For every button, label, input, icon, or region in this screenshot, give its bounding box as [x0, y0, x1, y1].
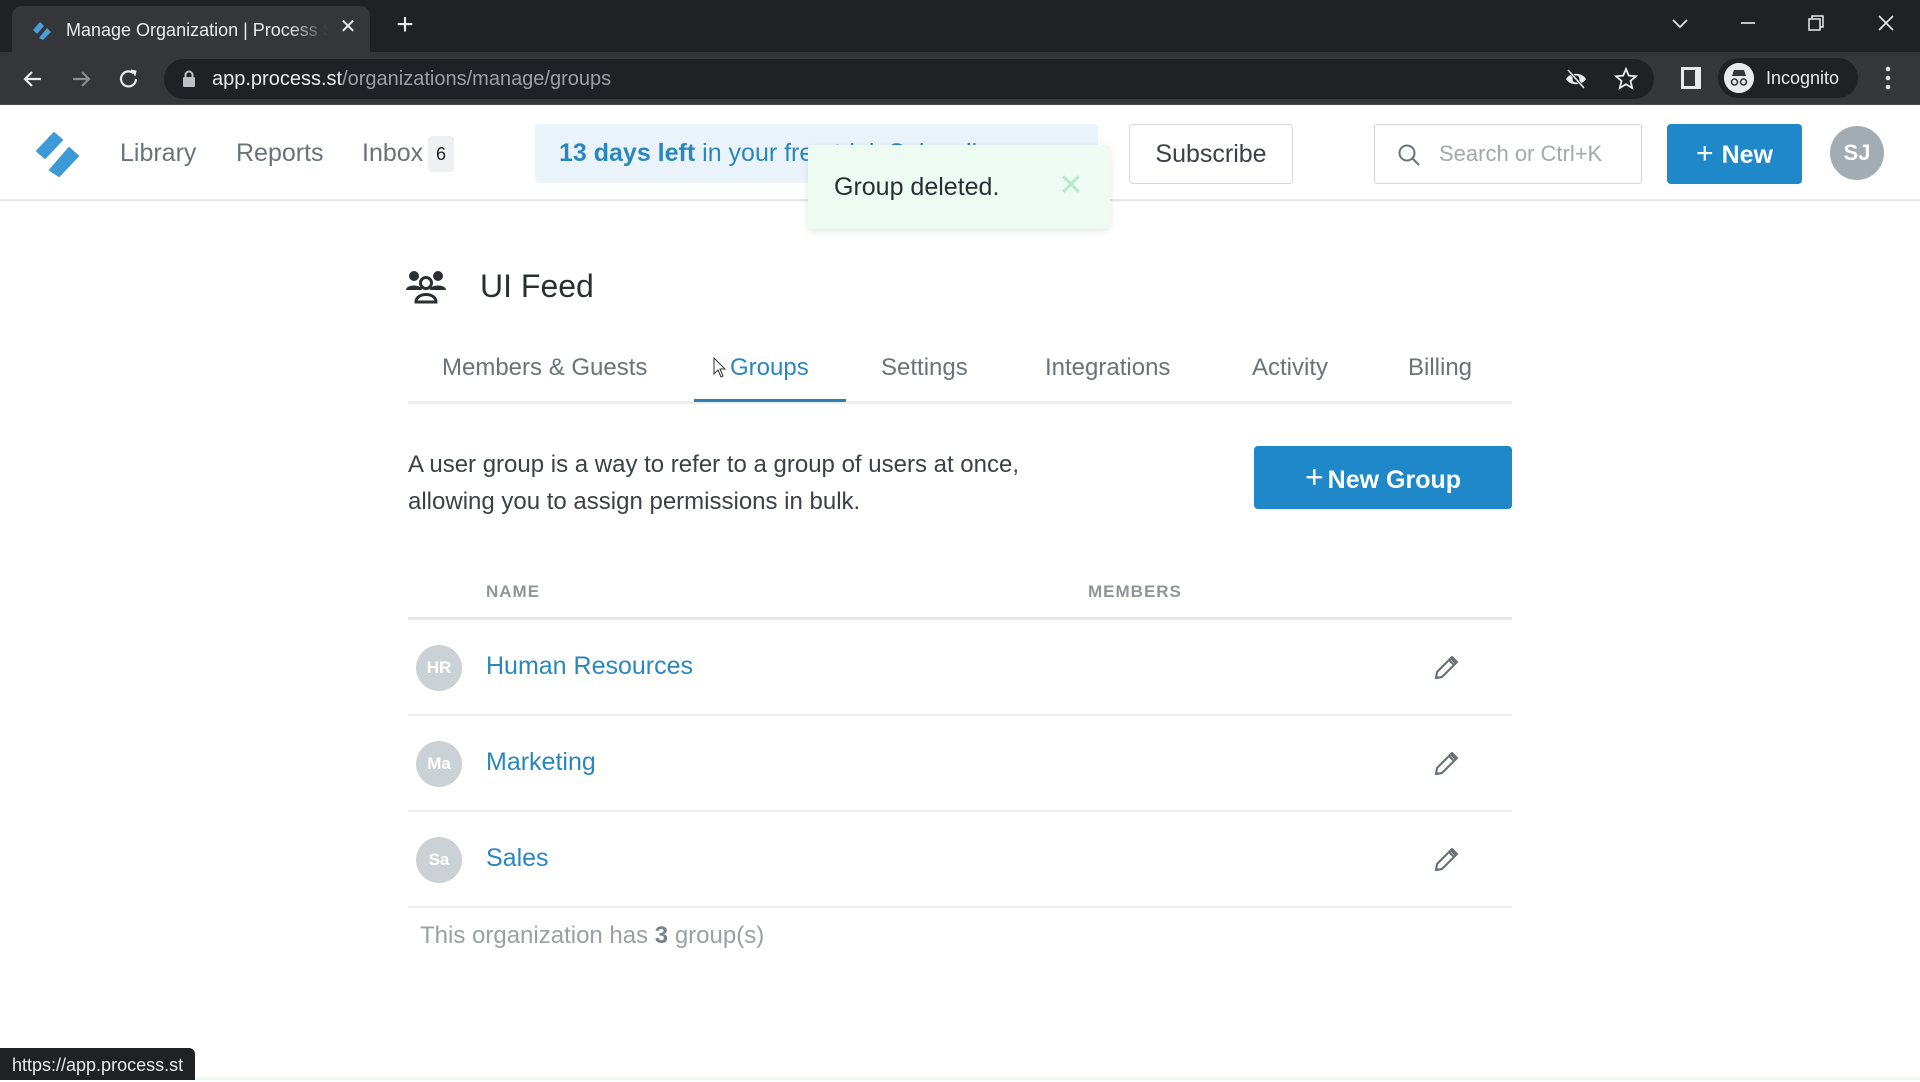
- edit-pencil-icon[interactable]: [1432, 846, 1460, 874]
- browser-toolbar: app.process.st/organizations/manage/grou…: [0, 52, 1920, 105]
- side-panel-icon[interactable]: [1680, 66, 1702, 90]
- group-avatar: Ma: [416, 741, 462, 787]
- group-name-link[interactable]: Marketing: [486, 748, 596, 777]
- nav-reports[interactable]: Reports: [236, 139, 324, 168]
- address-bar[interactable]: app.process.st/organizations/manage/grou…: [164, 59, 1654, 99]
- back-icon[interactable]: [16, 62, 50, 96]
- org-title: UI Feed: [480, 268, 594, 304]
- group-name-link[interactable]: Human Resources: [486, 652, 693, 681]
- reload-icon[interactable]: [112, 62, 146, 96]
- nav-inbox[interactable]: Inbox: [362, 139, 423, 168]
- eye-slash-icon[interactable]: [1564, 68, 1588, 90]
- lock-icon: [183, 70, 195, 87]
- plus-icon: +: [1696, 137, 1714, 170]
- group-avatar: Sa: [416, 837, 462, 883]
- search-icon: [1398, 144, 1420, 166]
- table-row: HR Human Resources: [408, 620, 1512, 716]
- tab-groups[interactable]: Groups: [730, 354, 809, 382]
- new-group-button[interactable]: + New Group: [1254, 446, 1512, 509]
- process-street-logo-icon[interactable]: [34, 130, 84, 180]
- new-group-label: New Group: [1327, 466, 1462, 494]
- group-avatar: HR: [416, 645, 462, 691]
- edit-pencil-icon[interactable]: [1432, 654, 1460, 682]
- forward-icon[interactable]: [64, 62, 98, 96]
- table-row: Sa Sales: [408, 812, 1512, 908]
- groups-description: A user group is a way to refer to a grou…: [408, 451, 1020, 515]
- search-box[interactable]: [1374, 124, 1642, 184]
- new-button[interactable]: + New: [1667, 124, 1802, 184]
- browser-menu-icon[interactable]: [1878, 64, 1898, 92]
- minimize-icon[interactable]: [1728, 8, 1768, 38]
- process-street-favicon-icon: [33, 22, 51, 40]
- incognito-profile-button[interactable]: Incognito: [1718, 58, 1858, 98]
- new-tab-icon[interactable]: +: [390, 10, 420, 40]
- restore-icon[interactable]: [1796, 8, 1836, 38]
- users-group-icon: [406, 271, 446, 304]
- tab-members-guests[interactable]: Members & Guests: [442, 354, 647, 382]
- profile-label: Incognito: [1766, 68, 1840, 88]
- column-header-name[interactable]: NAME: [486, 582, 540, 602]
- toast-message: Group deleted.: [834, 173, 1000, 201]
- tab-settings[interactable]: Settings: [881, 354, 968, 382]
- tab-search-icon[interactable]: [1660, 8, 1700, 38]
- tab-integrations[interactable]: Integrations: [1045, 354, 1170, 382]
- active-tab-indicator: [694, 399, 846, 402]
- table-row: Ma Marketing: [408, 716, 1512, 812]
- group-count-text: This organization has 3 group(s): [420, 922, 765, 949]
- url-text: app.process.st/organizations/manage/grou…: [212, 68, 612, 90]
- edit-pencil-icon[interactable]: [1432, 750, 1460, 778]
- org-tabs: Members & Guests Groups Settings Integra…: [408, 340, 1512, 404]
- incognito-icon: [1724, 63, 1754, 93]
- link-status-bubble: https://app.process.st: [0, 1048, 196, 1080]
- bookmark-star-icon[interactable]: [1614, 67, 1638, 91]
- toast-close-icon[interactable]: ✕: [1058, 171, 1084, 201]
- subscribe-button[interactable]: Subscribe: [1129, 124, 1293, 184]
- tab-activity[interactable]: Activity: [1252, 354, 1328, 382]
- plus-icon: +: [1304, 459, 1324, 495]
- column-header-members: MEMBERS: [1088, 582, 1182, 601]
- browser-tab[interactable]: Manage Organization | Process Street ✕: [12, 6, 370, 52]
- new-button-label: New: [1721, 141, 1773, 169]
- inbox-count-badge: 6: [428, 136, 454, 172]
- tab-title: Manage Organization | Process Street: [66, 20, 328, 40]
- nav-library[interactable]: Library: [120, 139, 196, 168]
- search-input[interactable]: [1439, 137, 1629, 171]
- browser-tab-strip: Manage Organization | Process Street ✕ +: [0, 0, 1920, 52]
- user-avatar[interactable]: SJ: [1830, 126, 1884, 180]
- tab-close-icon[interactable]: ✕: [337, 16, 359, 38]
- mouse-cursor-icon: [713, 357, 727, 378]
- tab-billing[interactable]: Billing: [1408, 354, 1472, 382]
- group-name-link[interactable]: Sales: [486, 844, 549, 873]
- close-window-icon[interactable]: [1866, 8, 1906, 38]
- toast-notification: Group deleted. ✕: [808, 145, 1110, 229]
